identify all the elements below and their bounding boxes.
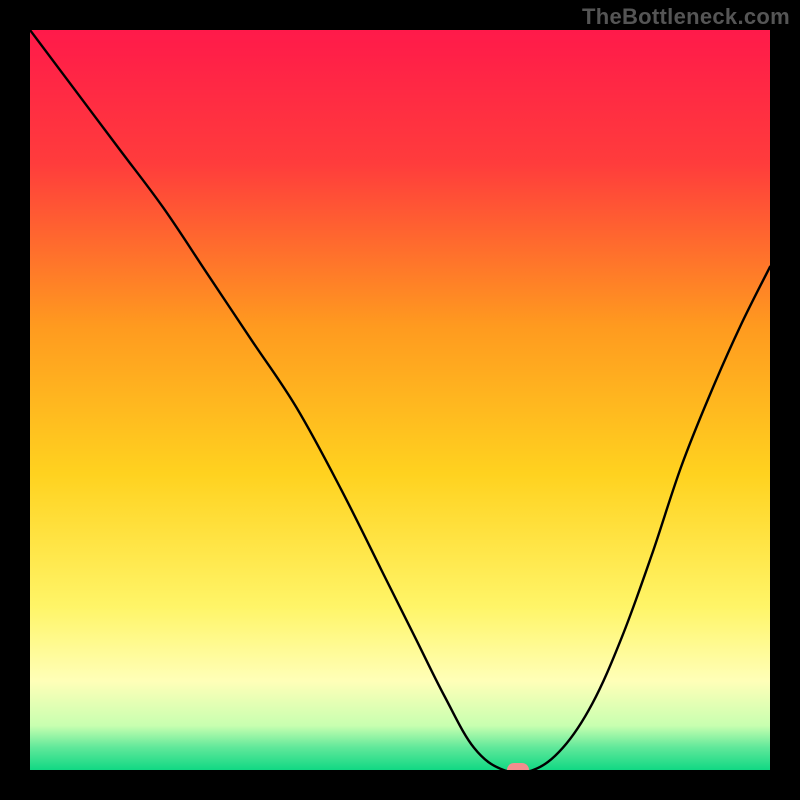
bottleneck-curve [30,30,770,770]
optimal-marker [507,763,529,770]
chart-frame: TheBottleneck.com [0,0,800,800]
attribution-text: TheBottleneck.com [582,4,790,30]
plot-area [30,30,770,770]
curve-path [30,30,770,770]
